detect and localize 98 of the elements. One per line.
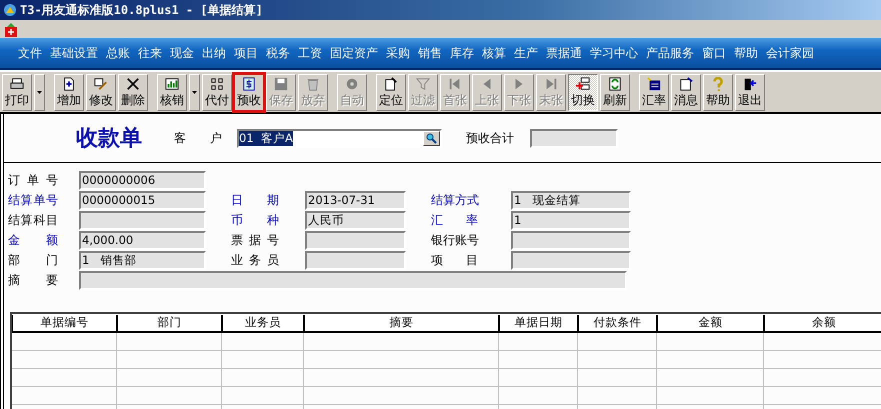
toolbar-button[interactable]: 核销 [157, 74, 187, 110]
dropdown-button[interactable] [189, 74, 200, 110]
search-button[interactable] [423, 130, 440, 146]
menu-item[interactable]: 往来 [134, 44, 166, 62]
input-field[interactable]: 1 销售部 [79, 251, 206, 270]
cross-icon [125, 76, 141, 90]
menu-item[interactable]: 税务 [262, 44, 294, 62]
field-label: 汇 率 [431, 212, 478, 229]
toolbar-button[interactable]: 增加 [54, 74, 84, 110]
menu-item[interactable]: 库存 [446, 44, 478, 62]
field-label: 订 单 号 [8, 172, 58, 189]
new-document-icon [61, 76, 77, 90]
menu-item[interactable]: 核算 [478, 44, 510, 62]
field-label: 金 额 [8, 232, 58, 249]
menu-item[interactable]: 文件 [14, 44, 46, 62]
help-icon [710, 76, 726, 90]
printer-icon [9, 76, 25, 90]
input-field[interactable]: 0000000006 [79, 171, 206, 190]
toolbar-button[interactable]: 修改 [86, 74, 116, 110]
menu-item[interactable]: 会计家园 [762, 44, 818, 62]
input-field[interactable] [511, 251, 631, 270]
input-field[interactable]: 2013-07-31 [305, 191, 406, 210]
toolbar-button[interactable]: 退出 [735, 74, 765, 110]
caret-icon [192, 90, 197, 94]
toolbar-button[interactable]: 帮助 [703, 74, 733, 110]
field-label: 预收合计 [466, 130, 514, 146]
column-header[interactable]: 部门 [117, 315, 222, 331]
toolbar-button[interactable]: 切换 [568, 74, 598, 110]
field-label: 摘 要 [8, 272, 58, 289]
toolbar-button[interactable]: 刷新 [600, 74, 630, 110]
input-field[interactable]: 人民币 [305, 211, 406, 230]
column-header[interactable]: 付款条件 [578, 315, 657, 331]
document-icon [4, 22, 18, 36]
menu-item[interactable]: 产品服务 [642, 44, 698, 62]
input-field[interactable]: 4,000.00 [79, 231, 206, 250]
document-title: 收款单 [76, 124, 143, 153]
toolbar-button[interactable]: 预收 [234, 74, 264, 110]
column-header[interactable]: 单据日期 [499, 315, 578, 331]
edit-icon [93, 76, 109, 90]
caret-icon [37, 90, 42, 94]
column-header[interactable]: 单据编号 [12, 315, 117, 331]
trash-icon [305, 76, 321, 90]
input-field[interactable] [305, 251, 406, 270]
field-label: 部 门 [8, 252, 58, 269]
field-label: 票 据 号 [231, 232, 279, 249]
dropdown-button[interactable] [34, 74, 45, 110]
customer-field[interactable]: 01 客户A [237, 128, 442, 148]
input-field[interactable]: 1 [511, 211, 631, 230]
toolbar-button[interactable]: 定位 [376, 74, 406, 110]
column-header[interactable]: 金额 [657, 315, 764, 331]
field-label: 结算科目 [8, 212, 58, 229]
menu-item[interactable]: 固定资产 [326, 44, 382, 62]
menu-item[interactable]: 总账 [102, 44, 134, 62]
menu-item[interactable]: 工资 [294, 44, 326, 62]
field-label: 项 目 [431, 252, 478, 269]
grid-icon [209, 76, 225, 90]
menu-item[interactable]: 出纳 [198, 44, 230, 62]
input-field[interactable] [79, 211, 206, 230]
toolbar-button[interactable]: 消息 [671, 74, 701, 110]
menu-item[interactable]: 项目 [230, 44, 262, 62]
menu-item[interactable]: 窗口 [698, 44, 730, 62]
menu-item[interactable]: 现金 [166, 44, 198, 62]
input-field[interactable]: 0000000015 [79, 191, 206, 210]
input-field[interactable]: 1 现金结算 [511, 191, 631, 210]
menu-item[interactable]: 票据通 [542, 44, 586, 62]
toolbar-button[interactable]: 代付 [202, 74, 232, 110]
toolbar-button[interactable]: 打印 [2, 74, 32, 110]
field-label: 日 期 [231, 192, 279, 209]
menu-item[interactable]: 学习中心 [586, 44, 642, 62]
column-header[interactable]: 业务员 [222, 315, 304, 331]
memo-field[interactable] [79, 271, 627, 290]
field-label: 业 务 员 [231, 252, 279, 269]
field-label: 客 户 [174, 130, 222, 146]
funnel-icon [415, 76, 431, 90]
toolbar-button[interactable]: 汇率 [639, 74, 669, 110]
menu-item[interactable]: 销售 [414, 44, 446, 62]
menu-item[interactable]: 生产 [510, 44, 542, 62]
menu-item[interactable]: 采购 [382, 44, 414, 62]
field-label: 结算方式 [431, 192, 478, 209]
search-icon [426, 132, 437, 144]
field-label: 结算单号 [8, 192, 58, 209]
menu-item[interactable]: 帮助 [730, 44, 762, 62]
menu-item[interactable]: 基础设置 [46, 44, 102, 62]
column-header[interactable]: 摘要 [304, 315, 499, 331]
app-icon [3, 3, 17, 17]
gear-icon [344, 76, 360, 90]
window-title: T3-用友通标准版10.8plus1 - [单据结算] [20, 2, 263, 18]
switch-icon [575, 76, 591, 90]
dollar-document-icon [241, 76, 257, 90]
refresh-icon [607, 76, 623, 90]
field-label: 银行账号 [431, 232, 478, 249]
toolbar-button[interactable]: 删除 [118, 74, 148, 110]
input-field[interactable] [305, 231, 406, 250]
field-label: 币 种 [231, 212, 279, 229]
exit-icon [742, 76, 758, 90]
chart-icon [164, 76, 180, 90]
input-field[interactable] [511, 231, 631, 250]
advance-total-field[interactable] [530, 128, 618, 148]
